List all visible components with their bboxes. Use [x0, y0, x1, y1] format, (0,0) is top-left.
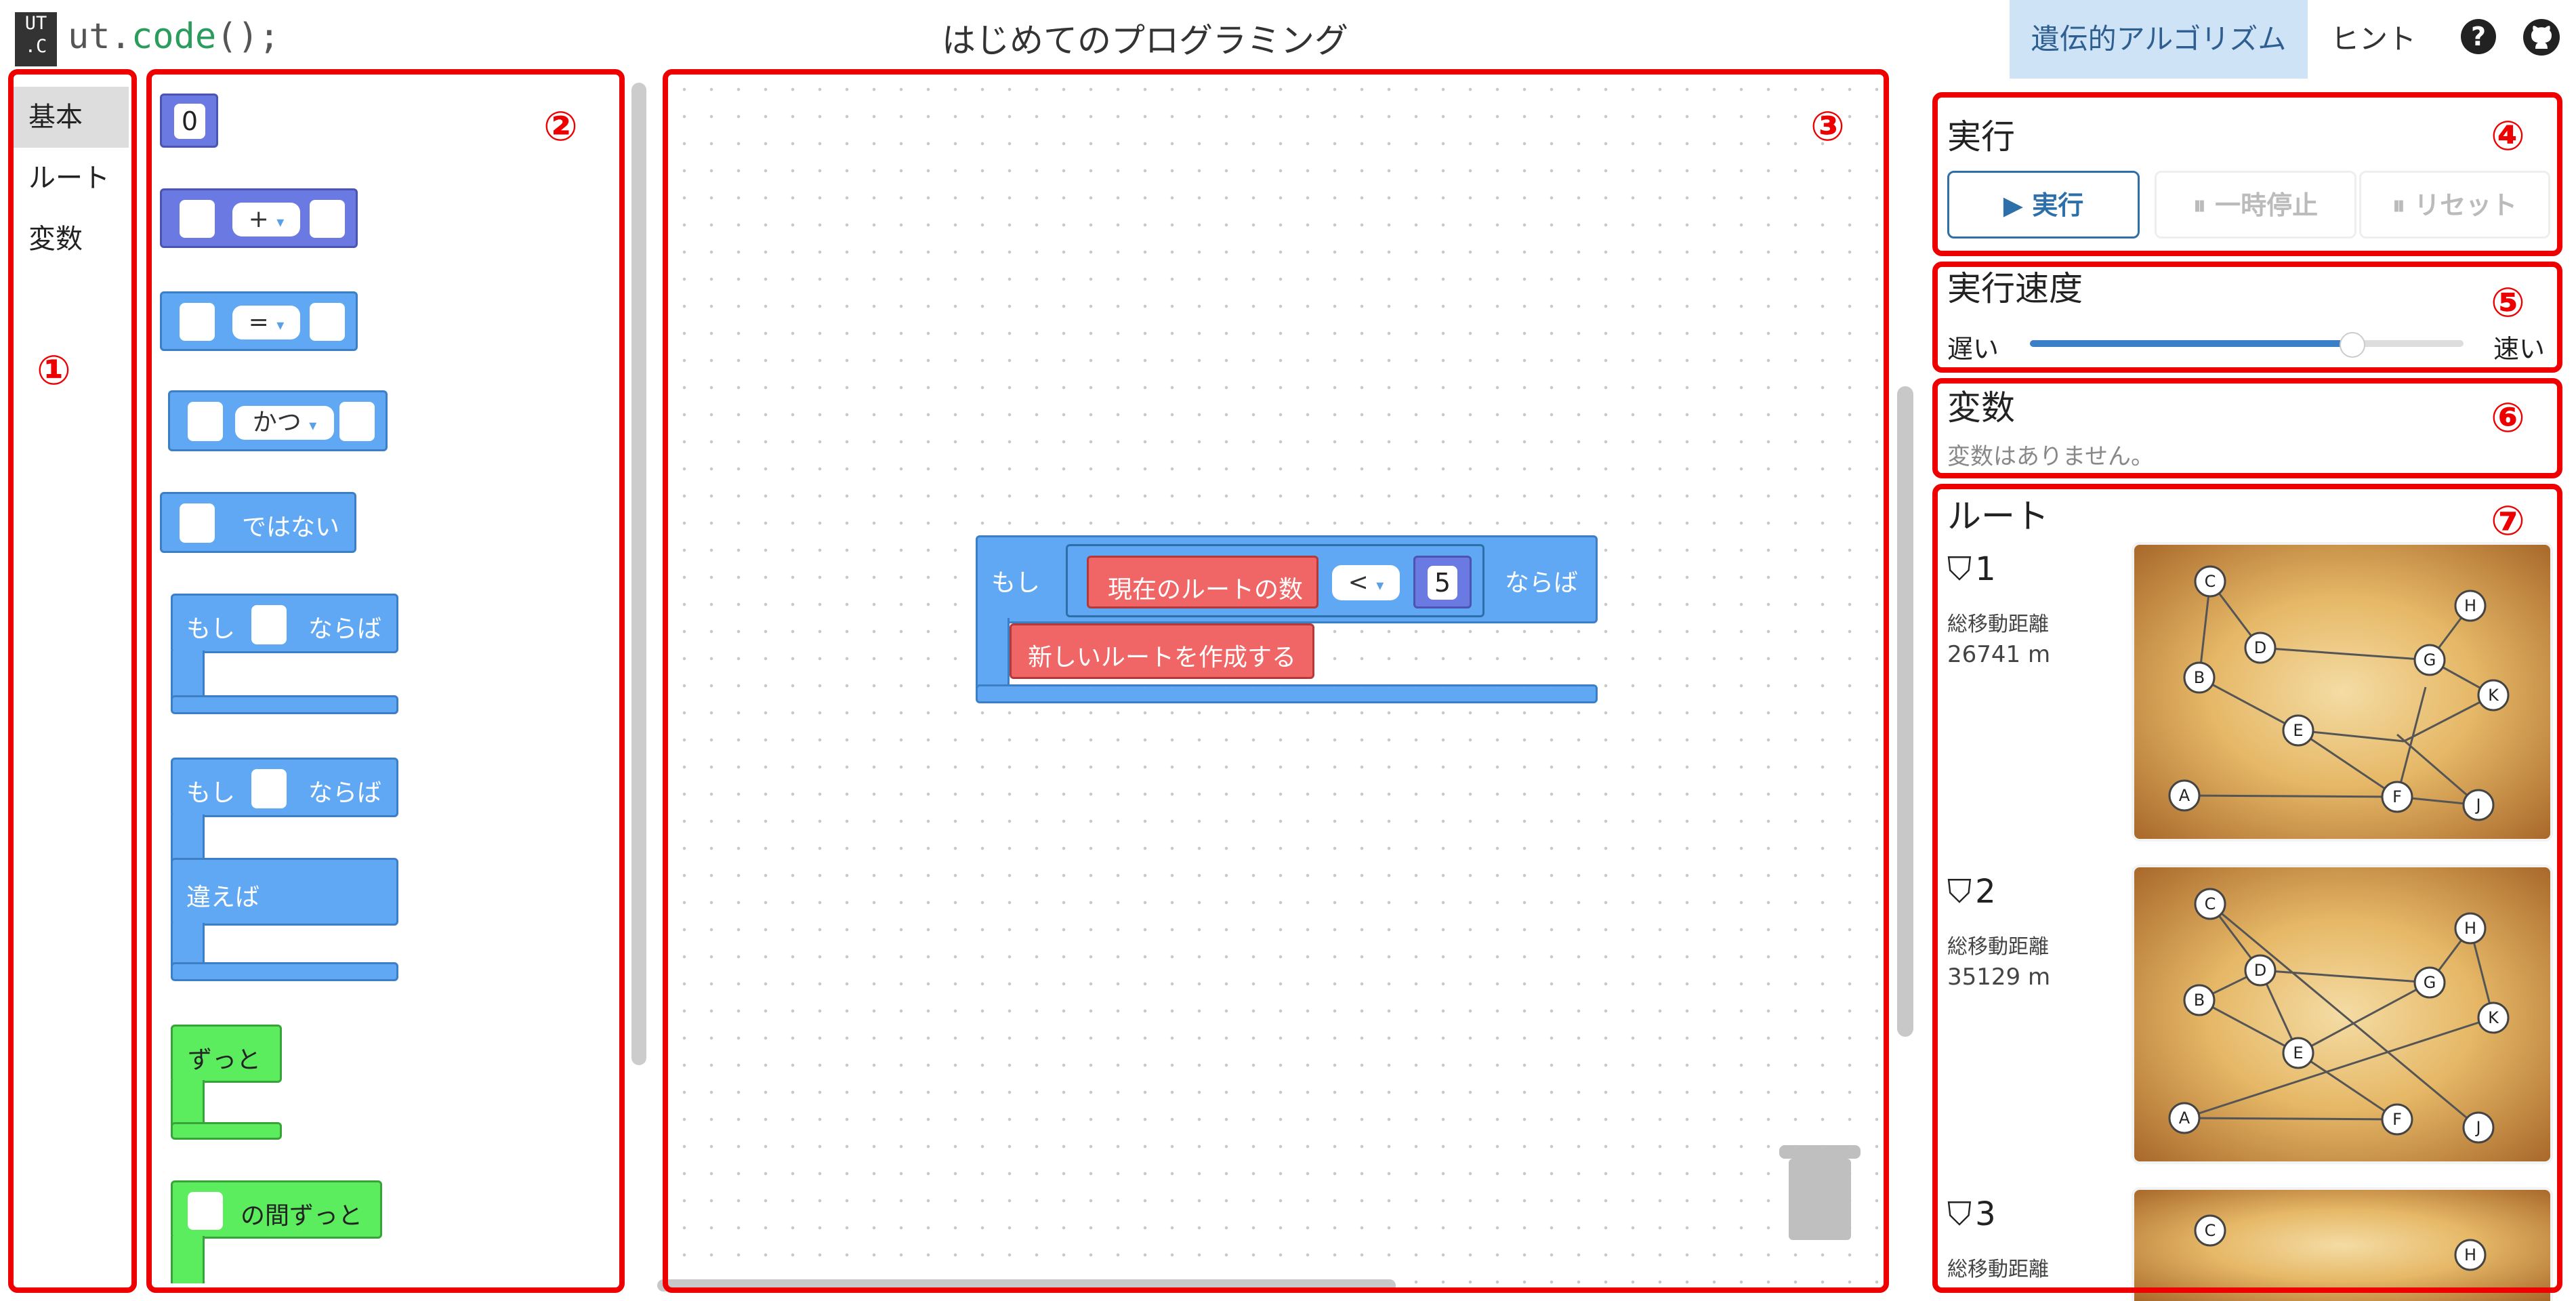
help-icon[interactable]: ?	[2461, 19, 2496, 54]
annotation-marker: ②	[543, 103, 578, 150]
nav-hint[interactable]: ヒント	[2331, 0, 2416, 79]
annotation-frame-5	[1932, 262, 2562, 373]
toolbox-scrollbar[interactable]	[631, 83, 646, 1065]
annotation-frame-1	[8, 69, 137, 1293]
annotation-frame-7	[1932, 484, 2562, 1293]
annotation-frame-2	[146, 69, 625, 1293]
workspace-vertical-scrollbar[interactable]	[1897, 386, 1913, 1037]
annotation-frame-4	[1932, 92, 2562, 256]
annotation-marker: ④	[2491, 112, 2525, 160]
nav-genetic-algorithm[interactable]: 遺伝的アルゴリズム	[2010, 0, 2308, 79]
annotation-frame-6	[1932, 378, 2562, 478]
page-title: はじめてのプログラミング	[942, 21, 1348, 60]
github-glyph	[2531, 26, 2552, 49]
annotation-marker: ⑤	[2491, 279, 2525, 327]
annotation-marker: ①	[37, 347, 71, 394]
annotation-marker: ⑥	[2491, 394, 2525, 442]
github-icon[interactable]	[2523, 19, 2560, 56]
annotation-marker: ⑦	[2491, 497, 2525, 545]
annotation-frame-3	[663, 69, 1889, 1293]
annotation-marker: ③	[1810, 103, 1845, 150]
